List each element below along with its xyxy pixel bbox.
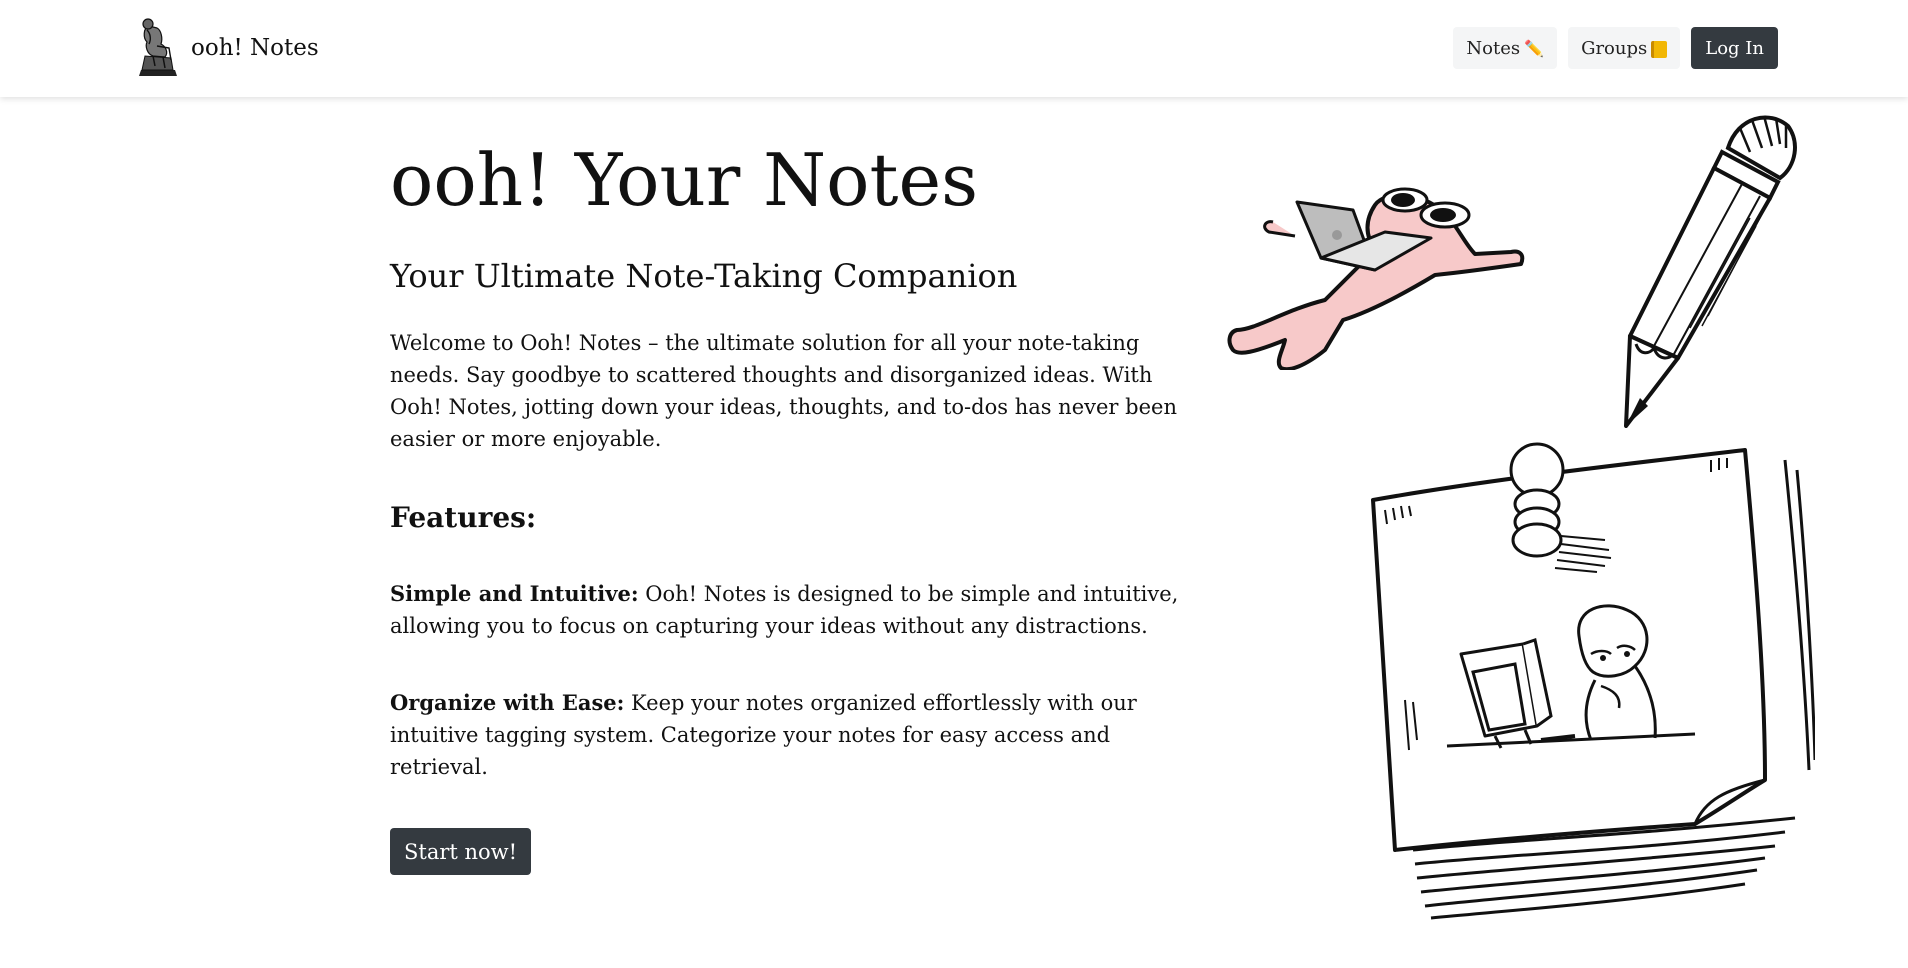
- pink-character-laptop-illustration: [1227, 187, 1525, 370]
- nav-menu: Notes ✏️ Groups Log In: [1453, 27, 1778, 69]
- start-now-button[interactable]: Start now!: [390, 828, 532, 876]
- nav-groups-label: Groups: [1581, 37, 1648, 59]
- nav-groups-button[interactable]: Groups: [1568, 27, 1681, 69]
- brand-link[interactable]: ooh! Notes: [135, 16, 319, 80]
- page-subtitle: Your Ultimate Note-Taking Companion: [390, 256, 1018, 295]
- hero-section: ooh! Your Notes Your Ultimate Note-Takin…: [390, 138, 1180, 876]
- sticky-note-illustration: [1371, 442, 1815, 920]
- feature-item: Organize with Ease: Keep your notes orga…: [390, 687, 1180, 783]
- login-label: Log In: [1705, 37, 1764, 59]
- top-navbar: ooh! Notes Notes ✏️ Groups Log In: [0, 0, 1908, 97]
- feature-title: Organize with Ease:: [390, 690, 625, 716]
- pencil-icon: ✏️: [1524, 38, 1545, 58]
- intro-paragraph: Welcome to Ooh! Notes – the ultimate sol…: [390, 331, 1177, 452]
- login-button[interactable]: Log In: [1691, 27, 1778, 69]
- feature-title: Simple and Intuitive:: [390, 581, 639, 607]
- page-title: ooh! Your Notes: [390, 138, 979, 222]
- brand-name: ooh! Notes: [191, 35, 319, 61]
- feature-item: Simple and Intuitive: Ooh! Notes is desi…: [390, 578, 1180, 642]
- nav-notes-label: Notes: [1466, 37, 1521, 59]
- features-heading: Features:: [390, 501, 537, 535]
- pencil-illustration: [1624, 115, 1797, 428]
- thinker-statue-logo: [139, 18, 177, 76]
- nav-notes-button[interactable]: Notes ✏️: [1453, 27, 1558, 69]
- notebook-icon: [1651, 40, 1668, 58]
